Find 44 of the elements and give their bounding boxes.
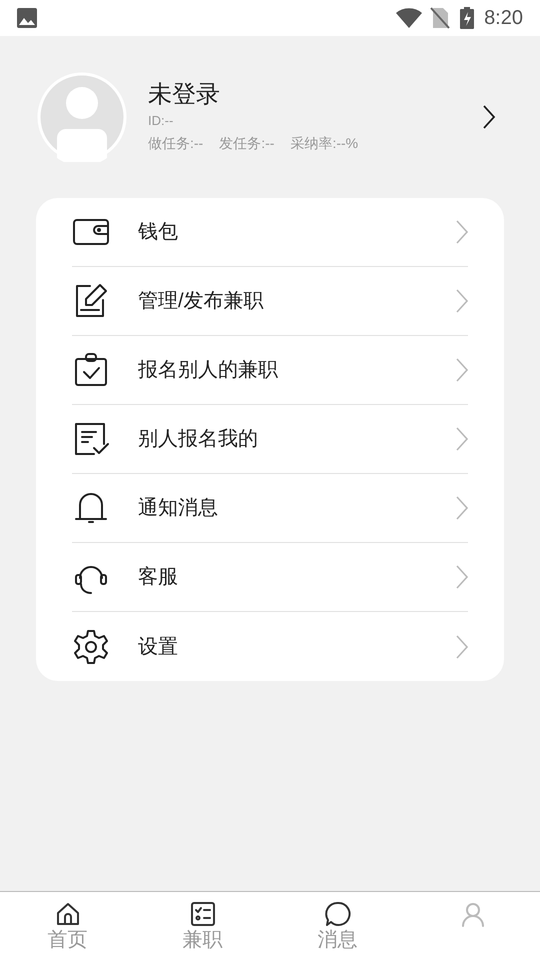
- menu-item[interactable]: 管理/发布兼职: [72, 267, 468, 336]
- menu-label: 通知消息: [138, 496, 219, 521]
- menu-label: 报名别人的兼职: [138, 358, 279, 383]
- wifi-icon: [396, 8, 422, 28]
- menu-label: 管理/发布兼职: [138, 289, 265, 314]
- chevron-right-icon: [456, 565, 468, 589]
- settings-icon: [72, 628, 110, 666]
- tab-label: 兼职: [182, 928, 222, 953]
- list-check-icon: [72, 420, 110, 458]
- menu-item[interactable]: 客服: [72, 543, 468, 612]
- battery-icon: [460, 7, 474, 29]
- home-icon: [54, 901, 80, 927]
- chevron-right-icon: [456, 358, 468, 382]
- menu-label: 设置: [138, 634, 179, 660]
- user-stat: 采纳率:--%: [290, 134, 358, 153]
- chevron-right-icon: [456, 634, 468, 658]
- status-time: 8:20: [484, 6, 523, 31]
- tab-label: 消息: [318, 928, 358, 953]
- menu-item[interactable]: 通知消息: [72, 474, 468, 543]
- chevron-right-icon: [482, 104, 496, 130]
- no-sim-icon: [430, 7, 450, 29]
- user-id: ID:--: [148, 112, 174, 130]
- menu-item[interactable]: 设置: [72, 612, 468, 681]
- clipboard-check-icon: [72, 351, 110, 389]
- chevron-right-icon: [456, 496, 468, 520]
- image-icon: [17, 8, 37, 28]
- menu-item[interactable]: 钱包: [72, 198, 468, 267]
- chevron-right-icon: [456, 289, 468, 313]
- menu-label: 钱包: [138, 220, 179, 245]
- profile-header[interactable]: 未登录 ID:-- 做任务:-- 发任务:-- 采纳率:--%: [0, 36, 540, 198]
- person-icon: [460, 901, 486, 927]
- chat-icon: [324, 901, 350, 927]
- chevron-right-icon: [456, 427, 468, 451]
- menu-item[interactable]: 别人报名我的: [72, 405, 468, 474]
- user-stat: 做任务:--: [148, 134, 204, 153]
- menu-label: 客服: [138, 565, 179, 590]
- menu-item[interactable]: 报名别人的兼职: [72, 336, 468, 405]
- user-stat: 发任务:--: [219, 134, 274, 153]
- user-name: 未登录: [148, 80, 221, 110]
- chevron-right-icon: [456, 220, 468, 244]
- checklist-icon: [190, 901, 216, 927]
- menu-label: 别人报名我的: [138, 427, 259, 452]
- tab-label: 首页: [48, 928, 88, 953]
- avatar-icon: [37, 72, 127, 162]
